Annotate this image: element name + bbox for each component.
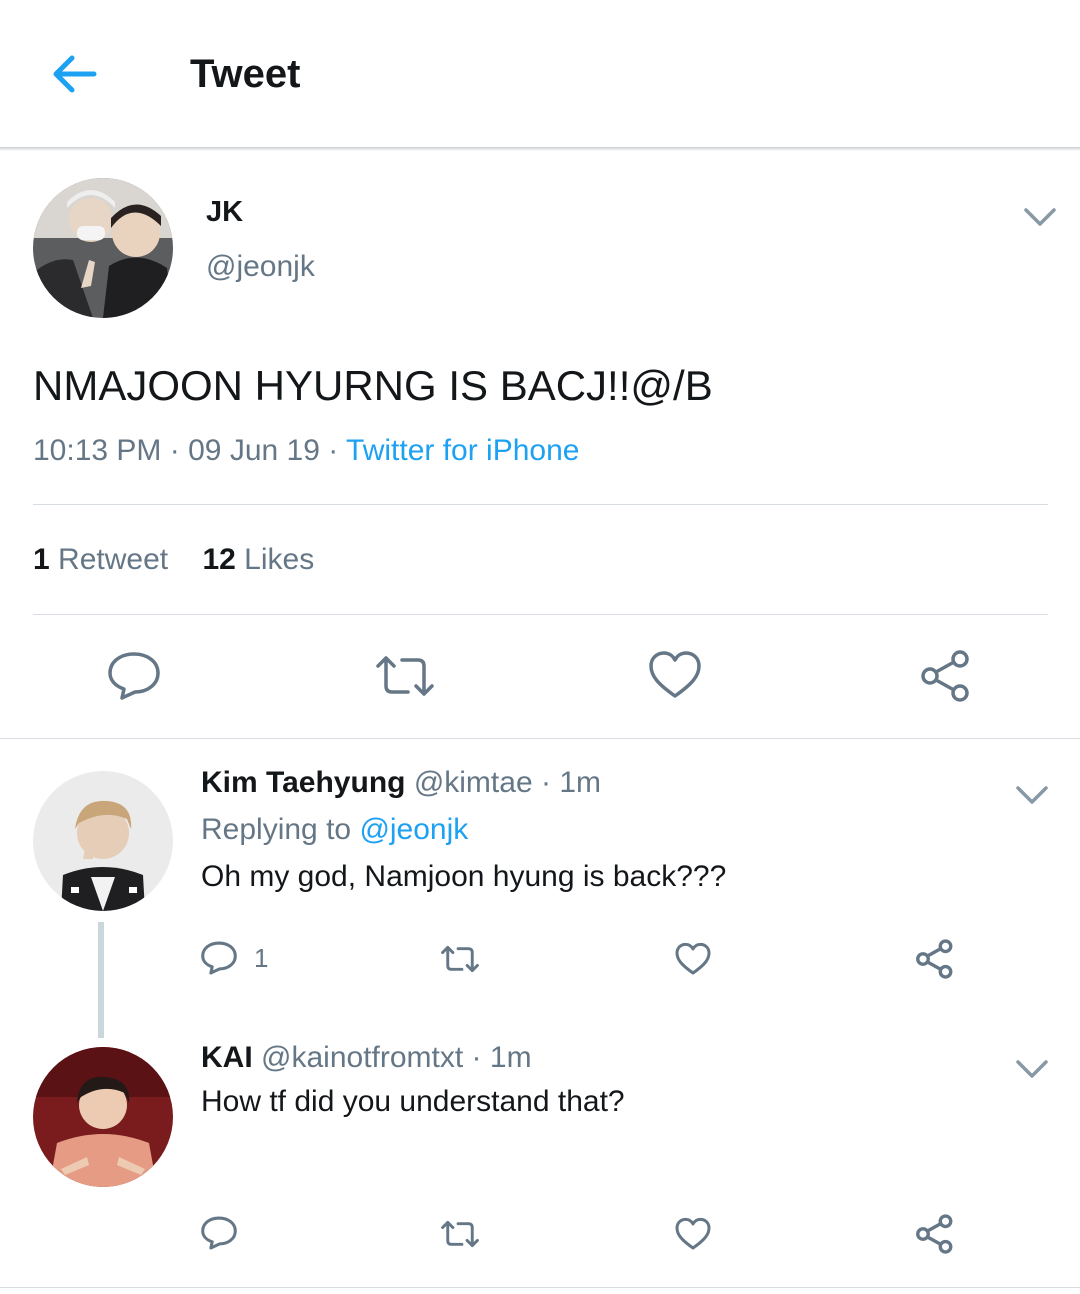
reply-button[interactable]: [106, 650, 162, 702]
reply-more-button[interactable]: [1012, 780, 1052, 808]
reply-count: 1: [254, 942, 269, 973]
reply-share-button[interactable]: [914, 938, 956, 980]
chevron-down-icon: [1016, 786, 1048, 804]
reply-display-name[interactable]: Kim Taehyung: [201, 766, 405, 799]
retweet-label: Retweet: [58, 543, 169, 576]
reply-share-button[interactable]: [914, 1213, 956, 1255]
reply-like-button[interactable]: [675, 942, 711, 976]
reply-time: 1m: [559, 766, 602, 799]
heart-icon: [649, 651, 701, 698]
tweet-time: 10:13 PM: [33, 434, 162, 467]
retweet-arrows-icon: [376, 656, 434, 696]
reply-time: 1m: [489, 1041, 532, 1074]
reply-reply-button[interactable]: [200, 1215, 238, 1251]
avatar-jk[interactable]: [33, 178, 173, 318]
reply-retweet-button[interactable]: [440, 1218, 480, 1250]
replying-to-label: Replying to: [201, 813, 352, 846]
reply-reply-button[interactable]: 1: [200, 940, 268, 976]
share-icon: [916, 939, 953, 979]
arrow-left-icon: [53, 55, 97, 93]
retweet-button[interactable]: [374, 652, 436, 700]
tweet-text: NMAJOON HYURNG IS BACJ!!@/B: [33, 362, 713, 409]
reply-like-button[interactable]: [675, 1217, 711, 1251]
chevron-down-icon: [1024, 208, 1056, 226]
avatar-kai[interactable]: [33, 1047, 173, 1187]
divider: [33, 504, 1048, 505]
share-icon: [921, 650, 969, 702]
reply-more-button[interactable]: [1012, 1054, 1052, 1082]
share-icon: [916, 1214, 953, 1254]
reply-text: Oh my god, Namjoon hyung is back???: [201, 860, 727, 893]
top-app-bar: Tweet: [0, 0, 1080, 148]
tweet-date: 09 Jun 19: [188, 434, 320, 467]
thread-line: [98, 922, 104, 1038]
speech-bubble-icon: [108, 652, 160, 700]
reply-text: How tf did you understand that?: [201, 1085, 625, 1118]
retweet-arrows-icon: [441, 1220, 479, 1248]
header-shadow: [0, 147, 1080, 151]
replying-to: Replying to @jeonjk: [201, 813, 468, 847]
retweet-arrows-icon: [441, 945, 479, 973]
like-count: 12: [202, 543, 236, 576]
tweet-stats: 1 Retweet 12 Likes: [33, 543, 314, 577]
like-label: Likes: [244, 543, 315, 576]
speech-bubble-icon: [201, 1216, 237, 1250]
reply-handle[interactable]: @kimtae: [414, 766, 533, 799]
heart-icon: [675, 942, 711, 975]
chevron-down-icon: [1016, 1060, 1048, 1078]
author-display-name[interactable]: JK: [206, 196, 243, 229]
reply-retweet-button[interactable]: [440, 943, 480, 975]
section-divider: [0, 1287, 1080, 1288]
reply-header: KAI @kainotfromtxt · 1m: [201, 1041, 532, 1075]
page-title: Tweet: [190, 52, 301, 96]
retweets-stat[interactable]: 1 Retweet: [33, 543, 176, 576]
divider: [33, 614, 1048, 615]
tweet-meta: 10:13 PM · 09 Jun 19 · Twitter for iPhon…: [33, 434, 579, 468]
meta-separator: ·: [169, 434, 180, 467]
avatar-kimtae[interactable]: [33, 771, 173, 911]
reply-header: Kim Taehyung @kimtae · 1m: [201, 766, 601, 800]
share-button[interactable]: [918, 648, 974, 704]
replying-to-handle[interactable]: @jeonjk: [359, 813, 468, 846]
time-separator: ·: [540, 766, 551, 799]
speech-bubble-icon: [201, 941, 237, 975]
like-button[interactable]: [648, 650, 702, 700]
reply-display-name[interactable]: KAI: [201, 1041, 253, 1074]
tweet-more-button[interactable]: [1020, 202, 1060, 230]
back-button[interactable]: [44, 48, 104, 100]
retweet-count: 1: [33, 543, 50, 576]
meta-separator: ·: [328, 434, 339, 467]
likes-stat[interactable]: 12 Likes: [202, 543, 314, 576]
heart-icon: [675, 1217, 711, 1250]
tweet-source-link[interactable]: Twitter for iPhone: [346, 434, 579, 467]
section-divider: [0, 738, 1080, 739]
reply-handle[interactable]: @kainotfromtxt: [261, 1041, 463, 1074]
author-handle[interactable]: @jeonjk: [206, 250, 315, 284]
time-separator: ·: [471, 1041, 482, 1074]
